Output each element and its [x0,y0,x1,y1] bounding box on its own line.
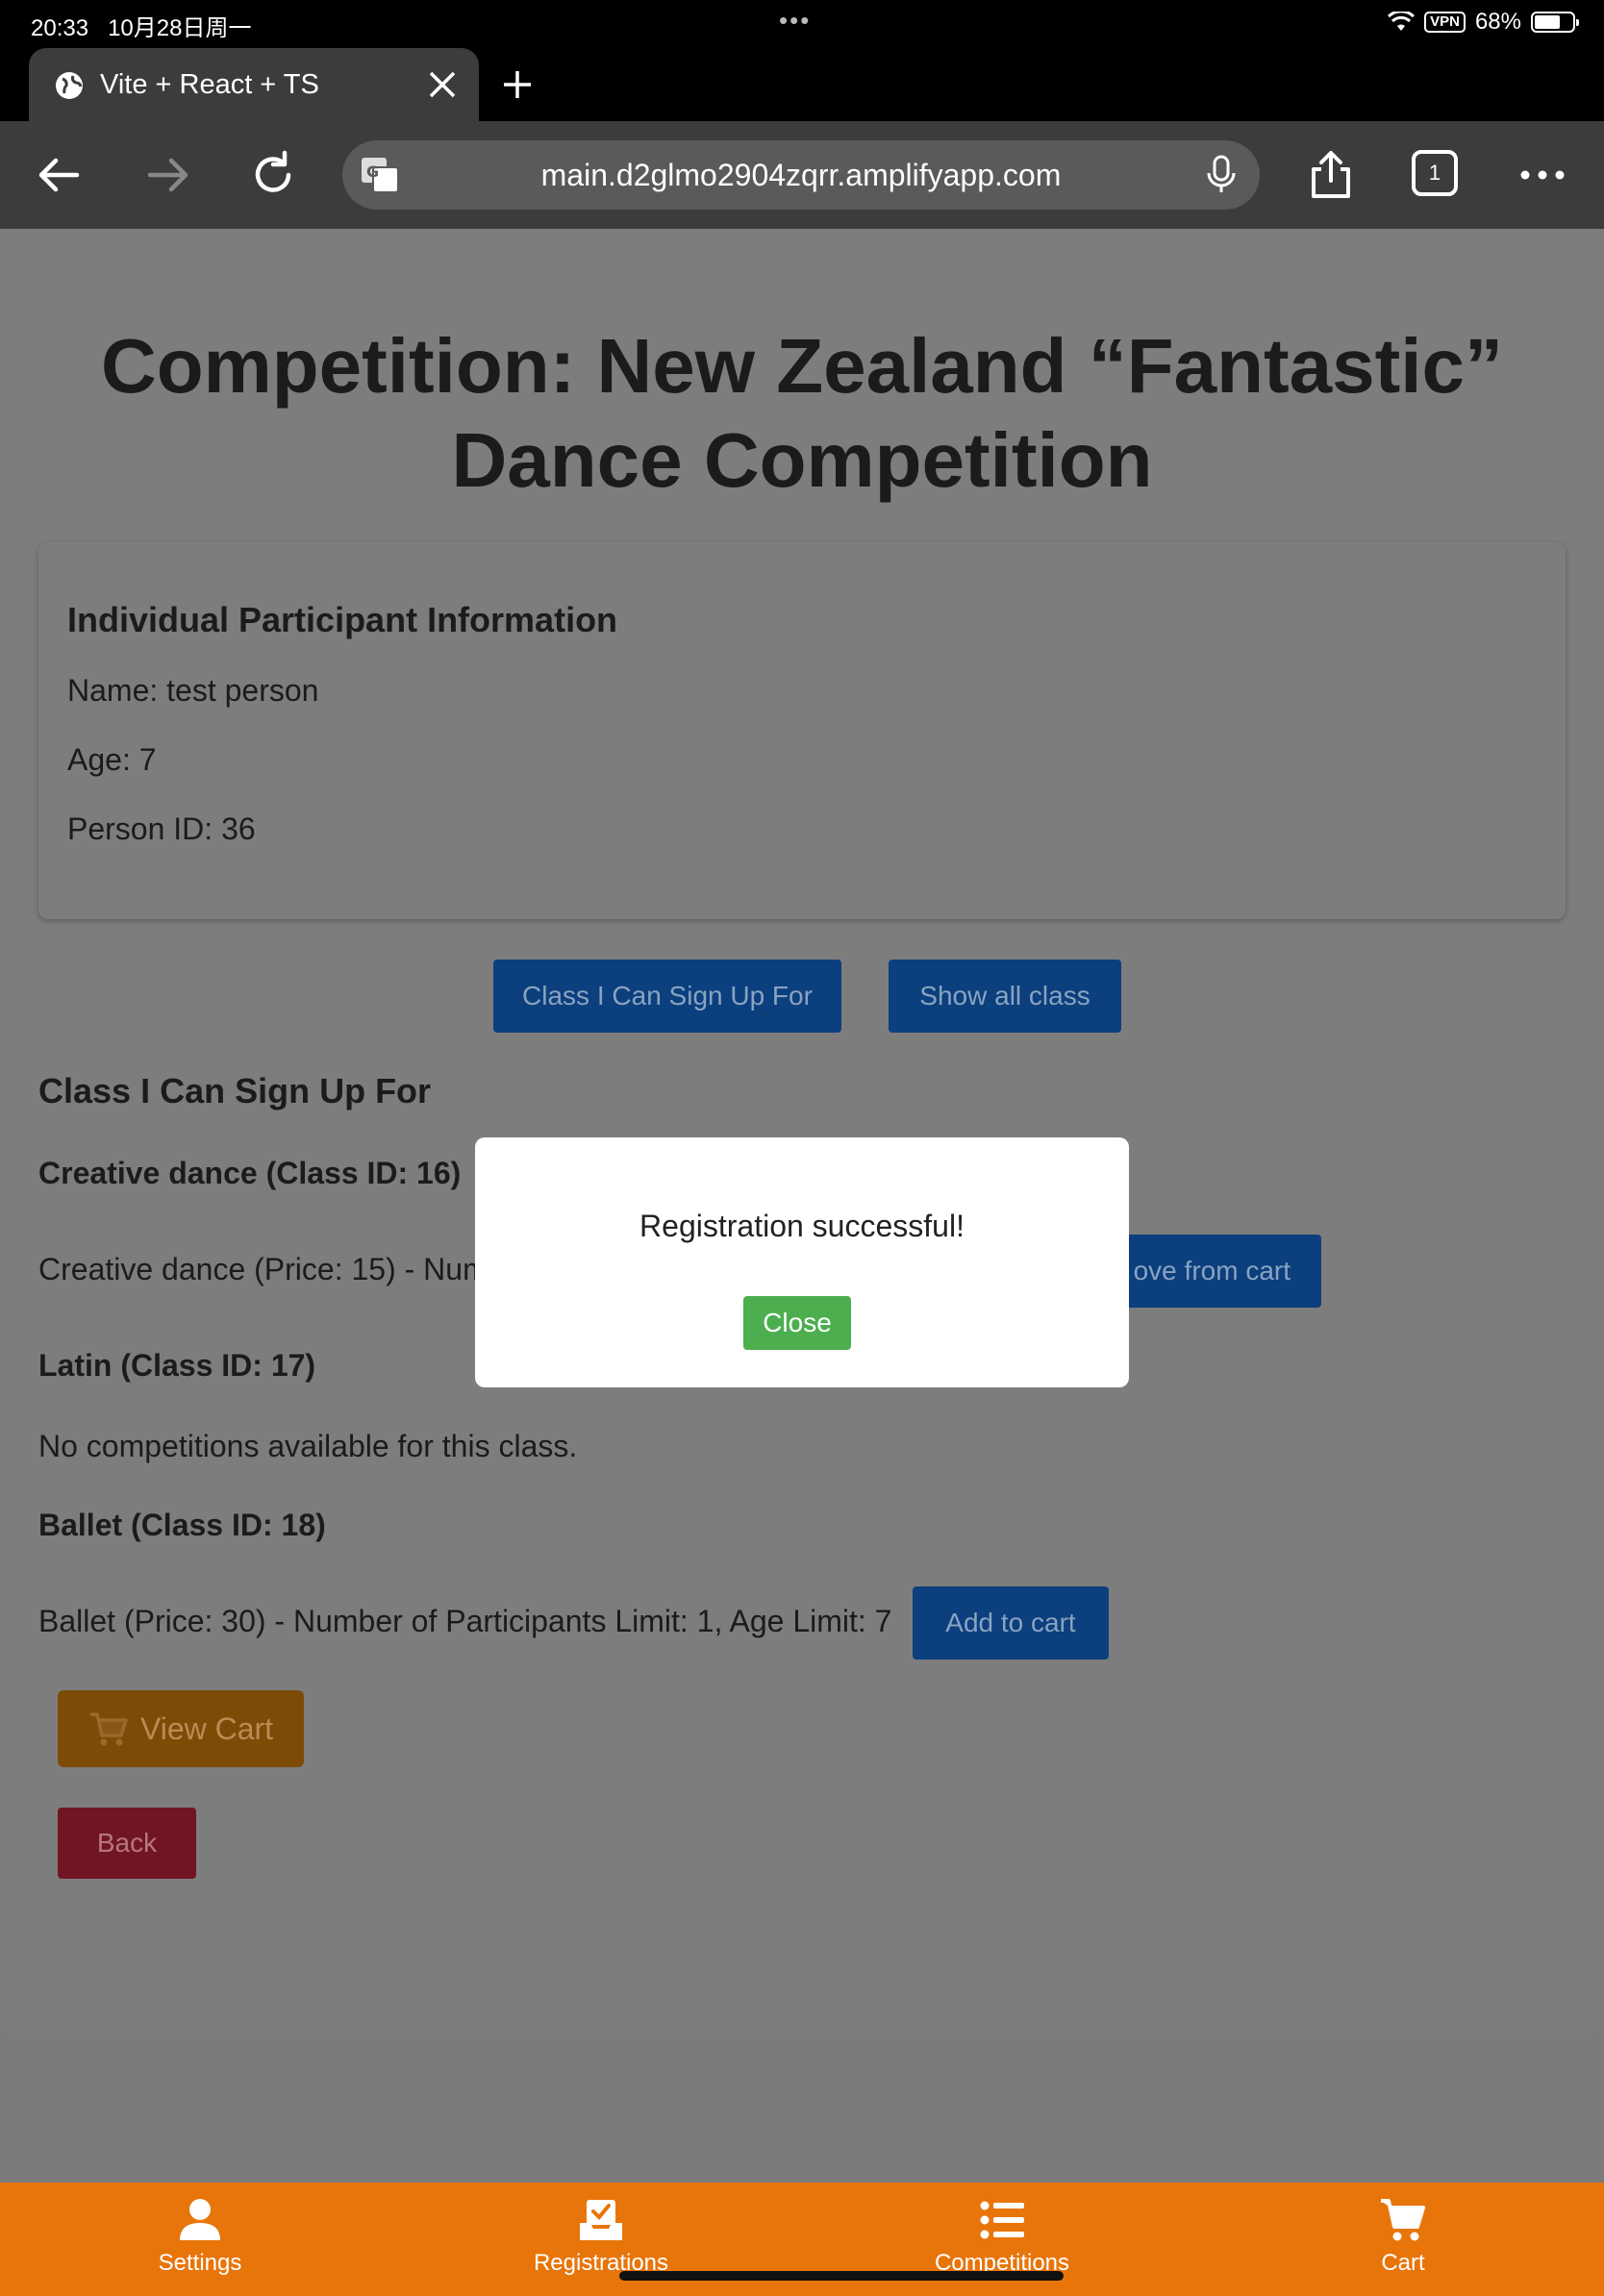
nav-competitions[interactable]: Competitions [896,2196,1108,2277]
cart-icon [1381,2199,1425,2241]
cart-icon [89,1712,128,1746]
view-cart-button[interactable]: View Cart [58,1690,304,1767]
vpn-badge: VPN [1424,12,1466,33]
inbox-check-icon [580,2200,622,2240]
battery-icon [1531,12,1579,33]
section-title: Class I Can Sign Up For [38,1071,432,1111]
status-bar: 20:33 10月28日周一 ••• VPN 68% [0,0,1604,46]
nav-cart[interactable]: Cart [1297,2196,1509,2277]
more-menu-icon[interactable] [1516,148,1569,202]
class-line-latin: No competitions available for this class… [38,1429,578,1463]
tab-switcher-button[interactable]: 1 [1412,150,1458,196]
new-tab-icon[interactable] [500,67,535,102]
browser-tab[interactable]: Vite + React + TS [29,48,479,121]
nav-label: Cart [1381,2250,1425,2276]
class-line-ballet: Ballet (Price: 30) - Number of Participa… [38,1604,892,1638]
class-sign-up-button[interactable]: Class I Can Sign Up For [493,960,841,1033]
participant-id: Person ID: 36 [67,811,256,846]
remove-from-cart-button[interactable]: ove from cart [1096,1235,1321,1308]
page-title: Competition: New Zealand “Fantastic” Dan… [101,323,1503,503]
wifi-icon [1388,12,1416,31]
forward-arrow-icon[interactable] [140,148,194,202]
add-to-cart-button[interactable]: Add to cart [913,1586,1109,1660]
browser-toolbar: G main.d2glmo2904zqrr.amplifyapp.com 1 [0,121,1604,229]
success-modal: Registration successful! Close [475,1137,1129,1387]
participant-age: Age: 7 [67,742,157,777]
status-time: 20:33 10月28日周一 [31,15,252,41]
address-bar[interactable]: G main.d2glmo2904zqrr.amplifyapp.com [342,140,1260,210]
back-arrow-icon[interactable] [33,148,87,202]
multitask-dots[interactable]: ••• [779,6,811,36]
close-tab-icon[interactable] [425,67,460,102]
class-title-creative-dance: Creative dance (Class ID: 16) [38,1156,462,1190]
status-right: VPN 68% [1388,9,1579,36]
show-all-class-button[interactable]: Show all class [889,960,1121,1033]
nav-label: Settings [158,2250,242,2276]
class-title-latin: Latin (Class ID: 17) [38,1348,316,1383]
back-button[interactable]: Back [58,1808,196,1879]
modal-message: Registration successful! [639,1209,965,1243]
nav-settings[interactable]: Settings [94,2196,306,2277]
class-title-ballet: Ballet (Class ID: 18) [38,1508,326,1542]
globe-icon [56,72,83,99]
battery-percent: 68% [1474,9,1521,35]
list-icon [980,2201,1024,2239]
tab-title: Vite + React + TS [100,69,319,100]
participant-info-card: Individual Participant Information Name:… [38,542,1566,919]
modal-close-button[interactable]: Close [743,1296,851,1350]
reload-icon[interactable] [246,148,300,202]
tab-strip: Vite + React + TS [0,46,1604,121]
microphone-icon[interactable] [1202,154,1241,196]
class-line-creative-dance: Creative dance (Price: 15) - Num [38,1252,489,1286]
home-indicator [619,2271,1064,2281]
nav-registrations[interactable]: Registrations [495,2196,707,2277]
view-cart-label: View Cart [139,1710,274,1746]
page-content: Competition: New Zealand “Fantastic” Dan… [0,229,1604,2033]
participant-name: Name: test person [67,673,319,708]
share-icon[interactable] [1304,148,1358,202]
url-text: main.d2glmo2904zqrr.amplifyapp.com [540,158,1062,192]
participant-heading: Individual Participant Information [67,600,618,639]
person-icon [180,2199,220,2240]
